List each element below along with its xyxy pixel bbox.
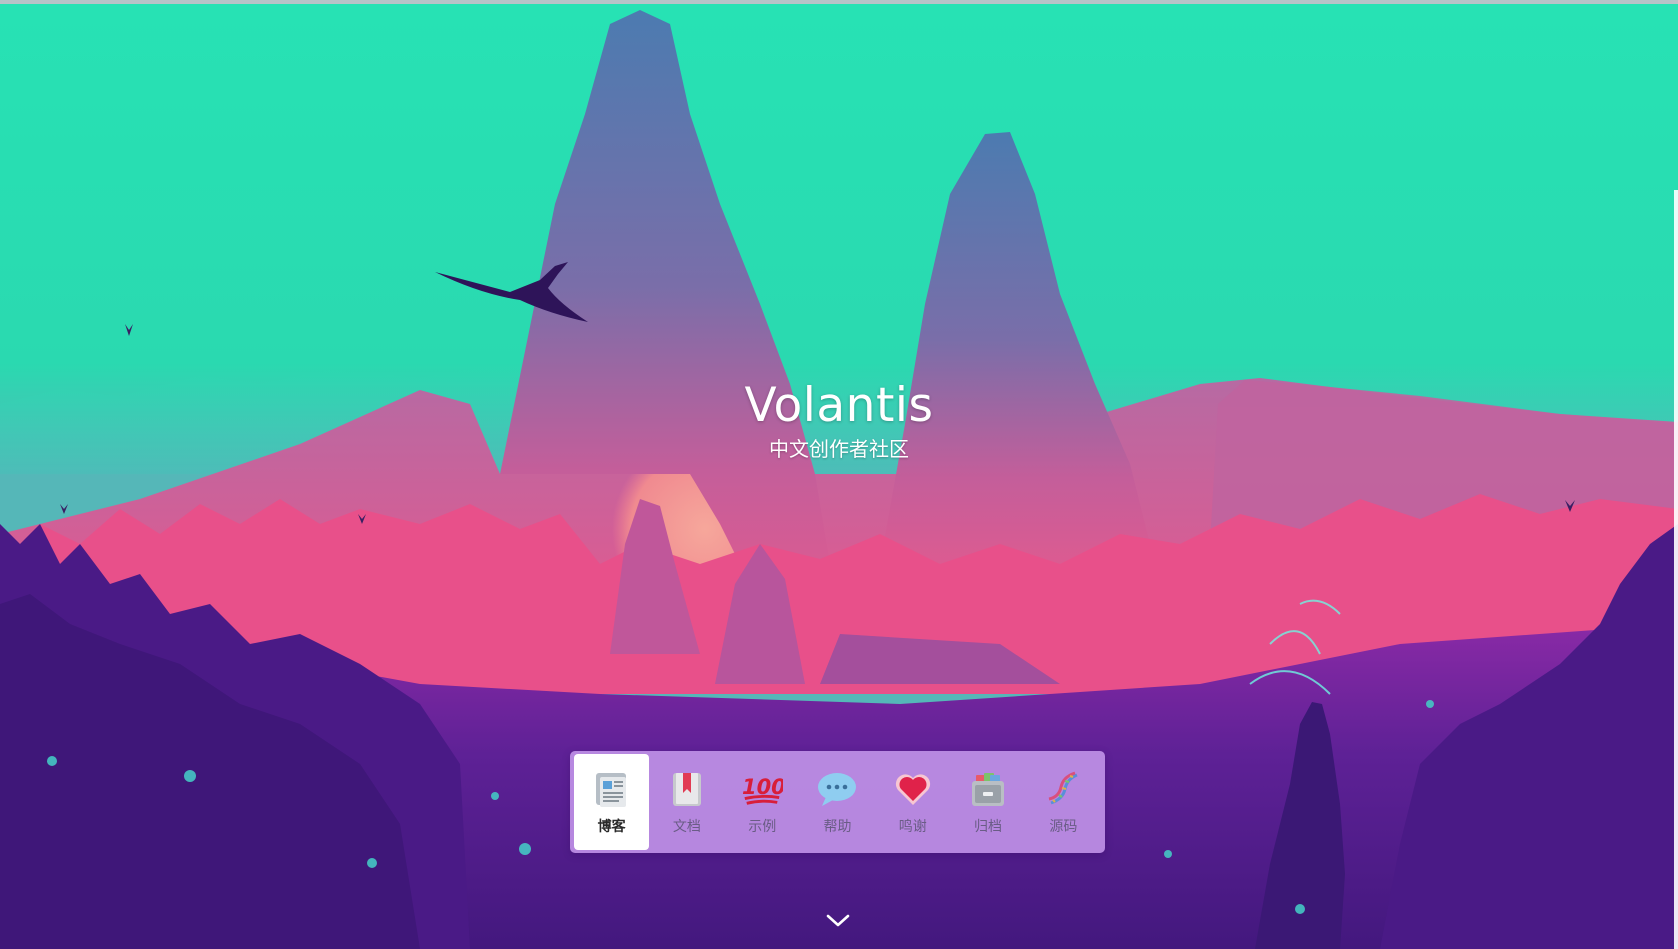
- nav-item-docs[interactable]: 文档: [649, 754, 724, 850]
- hero-nav-bar: 博客 文档 100 示例 帮助 鸣谢 归档 源码: [570, 751, 1105, 853]
- scroll-edge: [1674, 190, 1678, 949]
- nav-item-source[interactable]: 源码: [1026, 754, 1101, 850]
- nav-label: 源码: [1049, 819, 1078, 835]
- scroll-down-button[interactable]: [824, 910, 852, 932]
- nav-item-archive[interactable]: 归档: [950, 754, 1025, 850]
- nav-label: 文档: [672, 819, 701, 835]
- nav-label: 归档: [974, 819, 1003, 835]
- bookmark-book-icon: [666, 768, 708, 810]
- nav-label: 帮助: [823, 819, 852, 835]
- newspaper-icon: [591, 768, 633, 810]
- hero-header: Volantis 中文创作者社区: [0, 378, 1678, 464]
- nav-label: 博客: [597, 819, 626, 835]
- nav-item-blog[interactable]: 博客: [574, 754, 650, 850]
- chevron-down-icon: [826, 914, 850, 927]
- nav-item-examples[interactable]: 100 示例: [725, 754, 800, 850]
- nav-item-help[interactable]: 帮助: [800, 754, 875, 850]
- speech-bubble-icon: [816, 768, 858, 810]
- site-subtitle: 中文创作者社区: [769, 437, 909, 461]
- nav-label: 鸣谢: [898, 819, 927, 835]
- file-cabinet-icon: [967, 768, 1009, 810]
- dna-icon: [1042, 768, 1084, 810]
- heart-icon: [892, 768, 934, 810]
- nav-item-thanks[interactable]: 鸣谢: [875, 754, 950, 850]
- nav-label: 示例: [748, 819, 777, 835]
- hundred-points-icon: 100: [741, 768, 783, 810]
- site-title[interactable]: Volantis: [0, 378, 1678, 434]
